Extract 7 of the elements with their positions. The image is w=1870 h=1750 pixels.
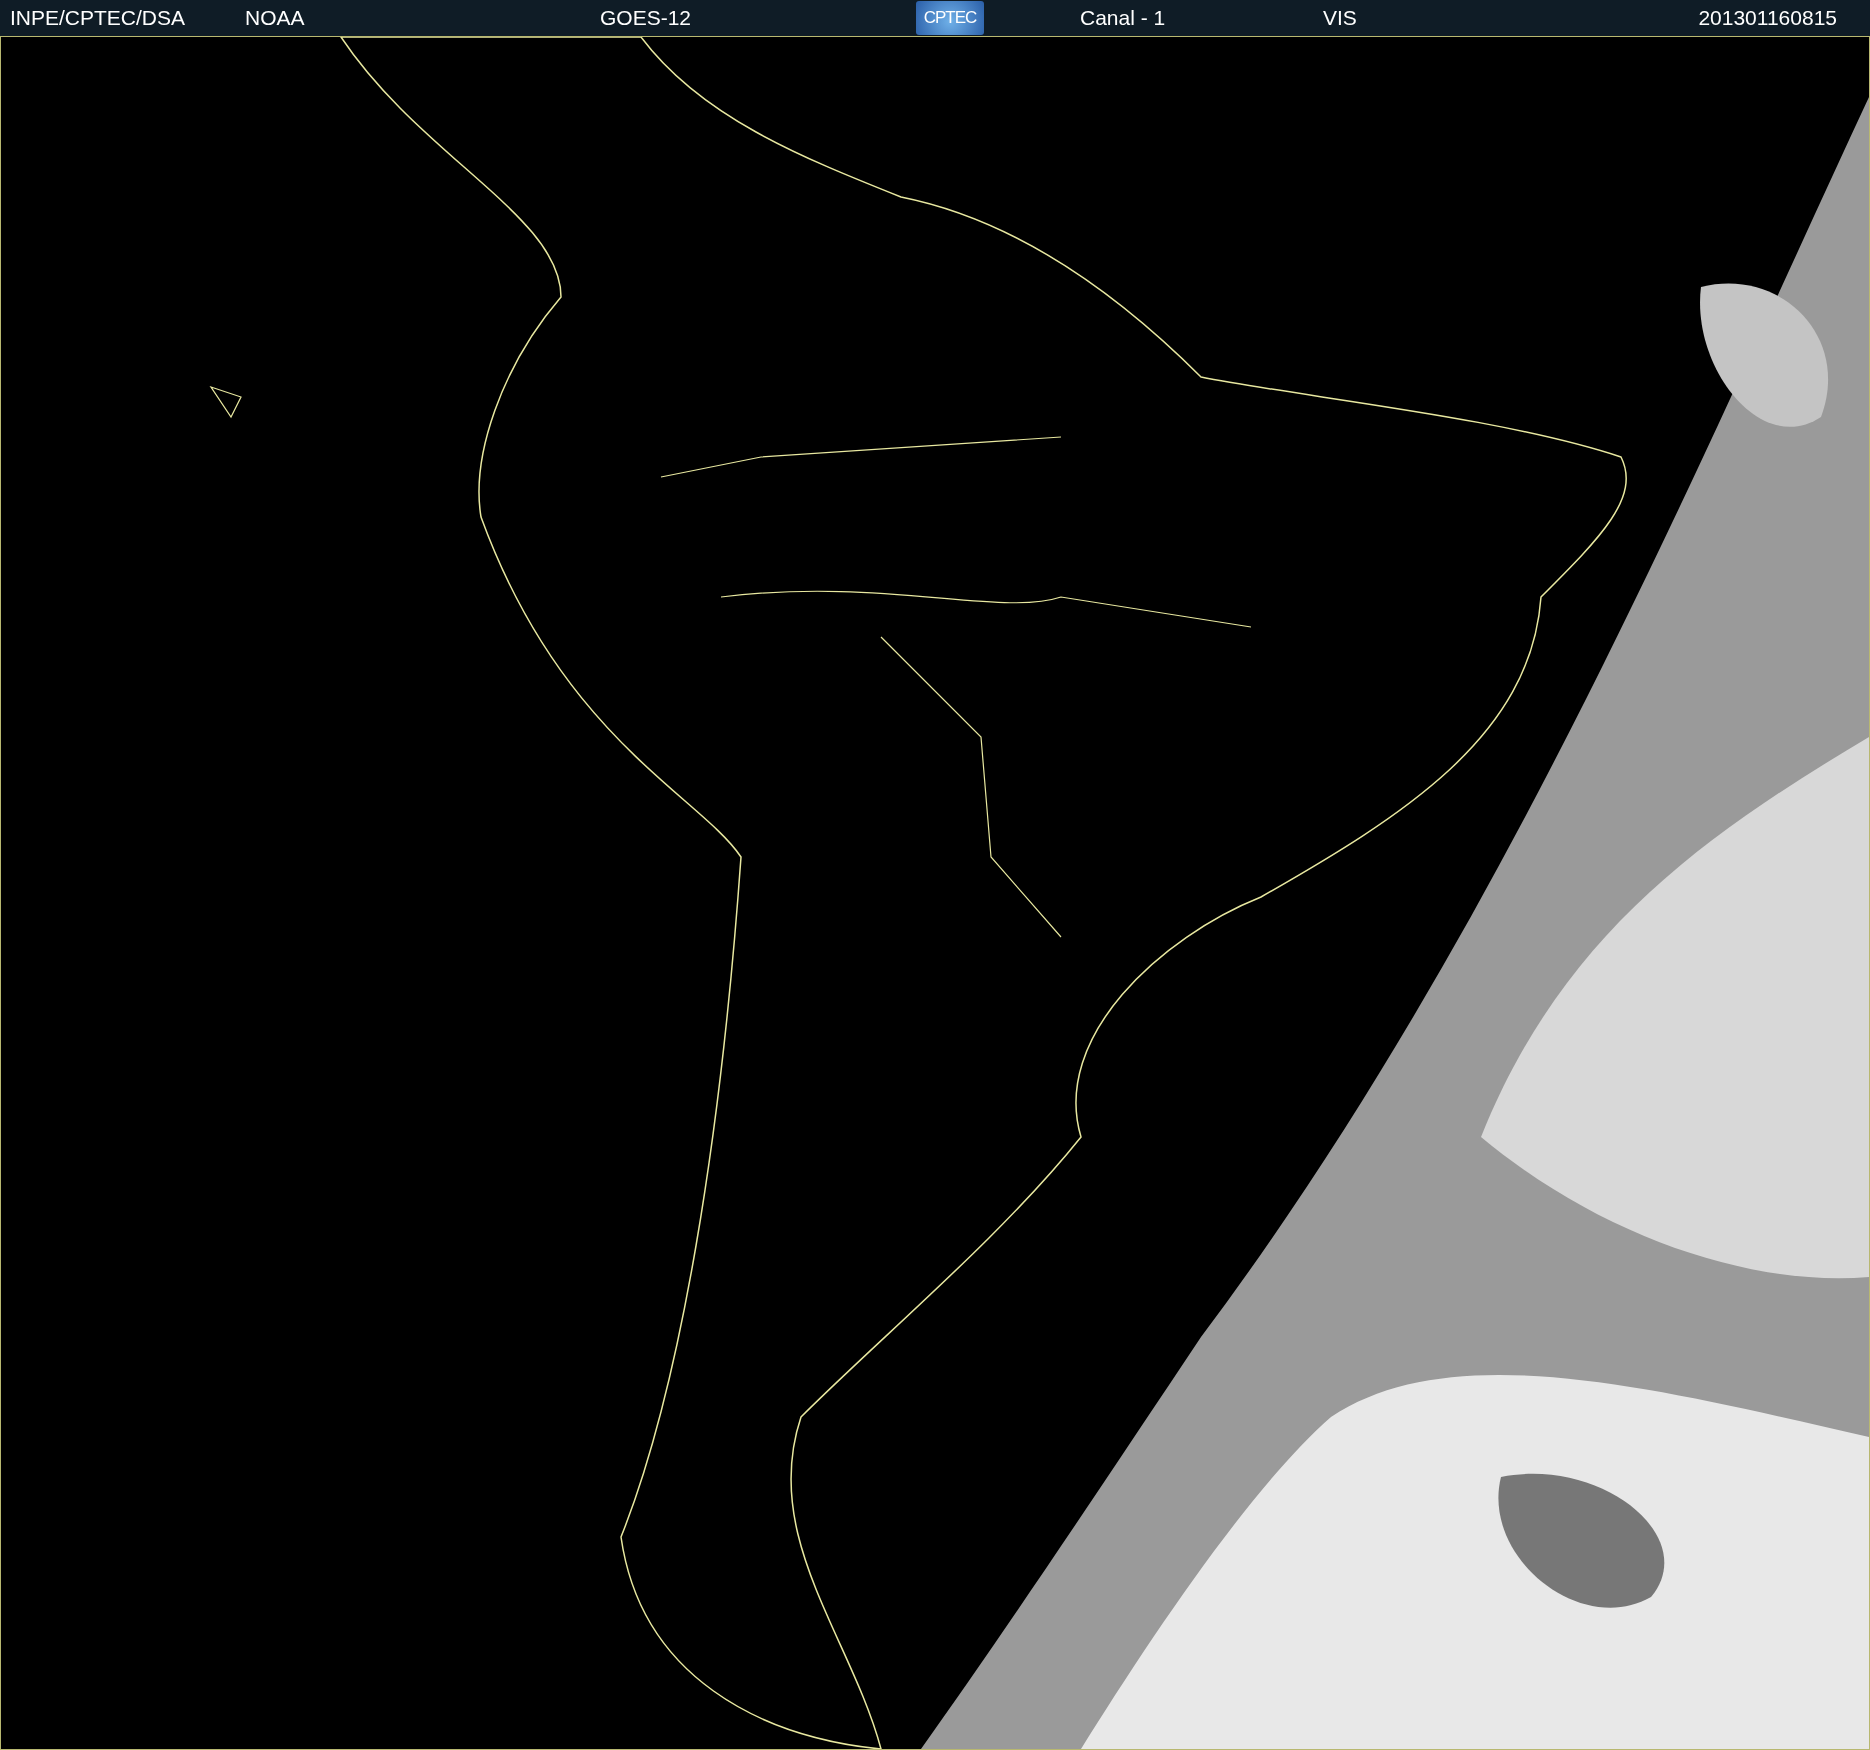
satellite-label: GOES-12: [600, 6, 692, 30]
source-label: INPE/CPTEC/DSA: [9, 6, 186, 30]
logo: CPTEC: [916, 1, 984, 35]
agency-label: NOAA: [245, 6, 305, 30]
band-label: VIS: [1323, 6, 1357, 30]
timestamp-label: 201301160815: [1698, 6, 1838, 30]
channel-label: Canal - 1: [1080, 6, 1166, 30]
